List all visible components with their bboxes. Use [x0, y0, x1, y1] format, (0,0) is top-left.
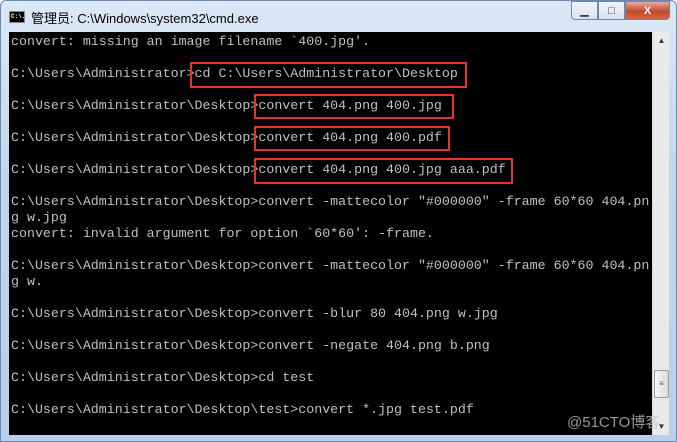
close-button[interactable]: X [625, 1, 670, 20]
window-title: 管理员: C:\Windows\system32\cmd.exe [31, 10, 259, 26]
console-line: C:\Users\Administrator\Desktop>convert -… [11, 194, 650, 209]
maximize-button[interactable]: □ [598, 1, 625, 20]
highlight-box-aaa-pdf [254, 158, 513, 184]
console-line: C:\Users\Administrator\Desktop>convert -… [11, 338, 490, 353]
highlight-box-pdf [254, 126, 450, 151]
console-line: C:\Users\Administrator\Desktop\test>conv… [11, 402, 474, 417]
scroll-up-arrow-icon[interactable]: ▲ [653, 32, 670, 49]
highlight-box-jpg [254, 94, 454, 119]
cmd-app-icon[interactable]: C:\. [9, 11, 25, 23]
console-output[interactable]: convert: missing an image filename `400.… [9, 32, 652, 435]
console-line: C:\Users\Administrator\Desktop>convert -… [11, 306, 498, 321]
console-line: C:\Users\Administrator\Desktop>cd test [11, 370, 315, 385]
title-bar: C:\. 管理员: C:\Windows\system32\cmd.exe [9, 7, 259, 27]
console-line: C:\Users\Administrator\Desktop>convert -… [11, 258, 650, 273]
console-line: g w. [11, 274, 43, 289]
console-line: convert: missing an image filename `400.… [11, 34, 371, 49]
watermark: @51CTO博客 [567, 414, 661, 431]
console-line: g w.jpg [11, 210, 67, 225]
highlight-box-cd [190, 62, 467, 88]
cmd-window: C:\. 管理员: C:\Windows\system32\cmd.exe ▁ … [0, 0, 677, 442]
console-line: convert: invalid argument for option `60… [11, 226, 434, 241]
minimize-button[interactable]: ▁ [571, 1, 598, 20]
scroll-thumb[interactable]: ≡ [654, 370, 669, 398]
vertical-scrollbar[interactable]: ▲ ≡ ▼ [652, 32, 669, 435]
